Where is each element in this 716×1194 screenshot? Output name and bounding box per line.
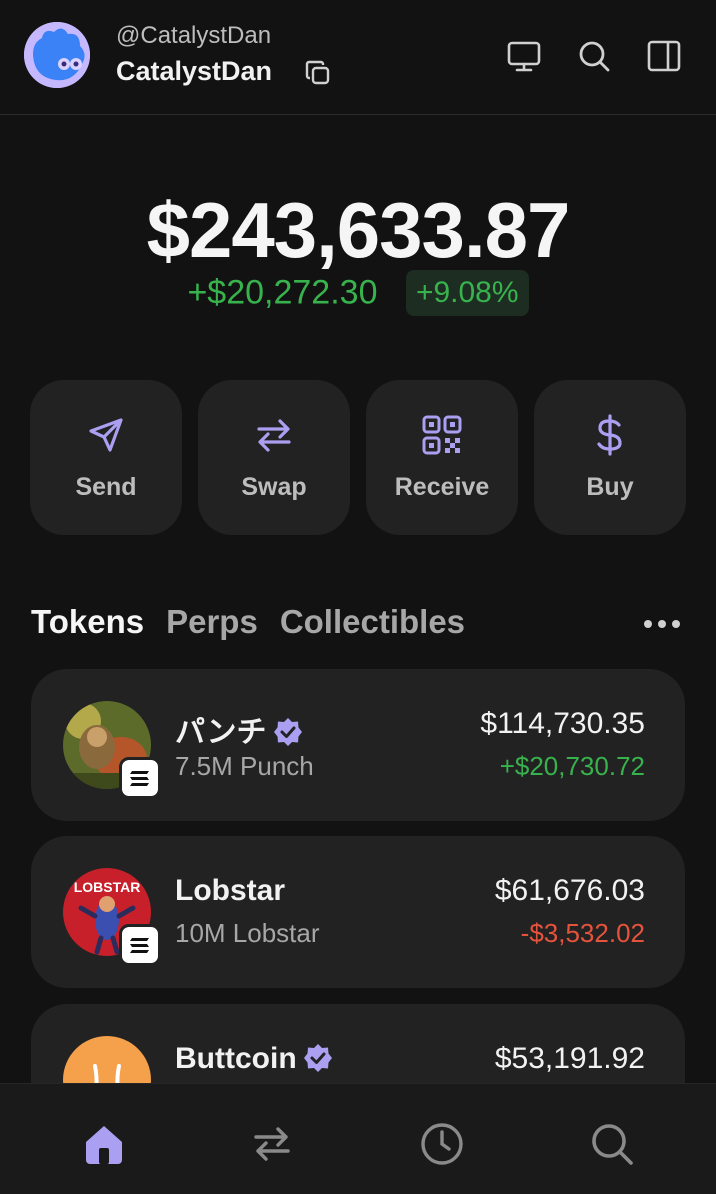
token-change: -$3,532.02: [520, 918, 645, 948]
account-handle: @CatalystDan: [116, 22, 272, 49]
token-amount: 10M Lobstar: [175, 918, 320, 948]
token-value: $114,730.35: [480, 707, 645, 740]
tab-collectibles[interactable]: Collectibles: [280, 603, 465, 640]
solana-chain-badge: [119, 757, 161, 799]
tab-perps[interactable]: Perps: [166, 603, 258, 640]
verified-badge-icon: [273, 718, 302, 746]
qr-code-icon: [422, 415, 462, 455]
swap-nav-icon[interactable]: [248, 1120, 296, 1168]
receive-label: Receive: [394, 473, 490, 501]
solana-icon: [130, 938, 149, 953]
token-name: Lobstar: [175, 874, 286, 907]
send-icon: [89, 418, 123, 452]
monitor-icon[interactable]: [506, 38, 542, 74]
balance-change-percent: +9.08%: [405, 270, 529, 316]
token-value: $61,676.03: [494, 874, 645, 907]
account-name[interactable]: CatalystDan: [116, 56, 272, 87]
search-nav-icon[interactable]: [588, 1120, 636, 1168]
token-name: パンチ: [175, 707, 303, 751]
copy-icon[interactable]: [304, 59, 332, 87]
history-icon[interactable]: [418, 1120, 466, 1168]
solana-chain-badge: [119, 924, 161, 966]
balance-change: +$20,272.30 +9.08%: [0, 270, 716, 316]
token-value: $53,191.92: [494, 1042, 645, 1075]
send-label: Send: [75, 473, 137, 501]
token-row[interactable]: LOBSTAR Lobstar 10M Lobstar $61,676.03 -…: [31, 836, 685, 988]
solana-icon: [130, 771, 149, 786]
total-balance: $243,633.87: [146, 186, 571, 274]
swap-label: Swap: [241, 473, 307, 501]
dollar-icon: [597, 414, 622, 456]
lobstar-logo-text: LOBSTAR: [74, 879, 141, 895]
avatar-image: [24, 22, 90, 88]
bottom-nav: [0, 1083, 716, 1194]
token-change: +$20,730.72: [499, 751, 645, 781]
top-bar: @CatalystDan CatalystDan: [0, 0, 716, 115]
avatar[interactable]: [24, 22, 90, 88]
balance-change-amount: +$20,272.30: [187, 273, 378, 312]
home-icon[interactable]: [80, 1120, 128, 1168]
asset-tabs: Tokens Perps Collectibles: [31, 603, 487, 641]
tab-tokens[interactable]: Tokens: [31, 603, 144, 640]
buy-label: Buy: [586, 473, 634, 501]
token-row[interactable]: パンチ 7.5M Punch $114,730.35 +$20,730.72: [31, 669, 685, 821]
search-icon[interactable]: [576, 38, 612, 74]
verified-badge-icon: [303, 1044, 332, 1072]
swap-button[interactable]: Swap: [198, 380, 350, 535]
send-button[interactable]: Send: [30, 380, 182, 535]
sidebar-icon[interactable]: [646, 38, 682, 74]
token-amount: 7.5M Punch: [175, 751, 314, 781]
receive-button[interactable]: Receive: [366, 380, 518, 535]
more-options-icon[interactable]: [640, 612, 684, 636]
swap-icon: [257, 419, 291, 452]
token-name: Buttcoin: [175, 1042, 333, 1076]
buy-button[interactable]: Buy: [534, 380, 686, 535]
